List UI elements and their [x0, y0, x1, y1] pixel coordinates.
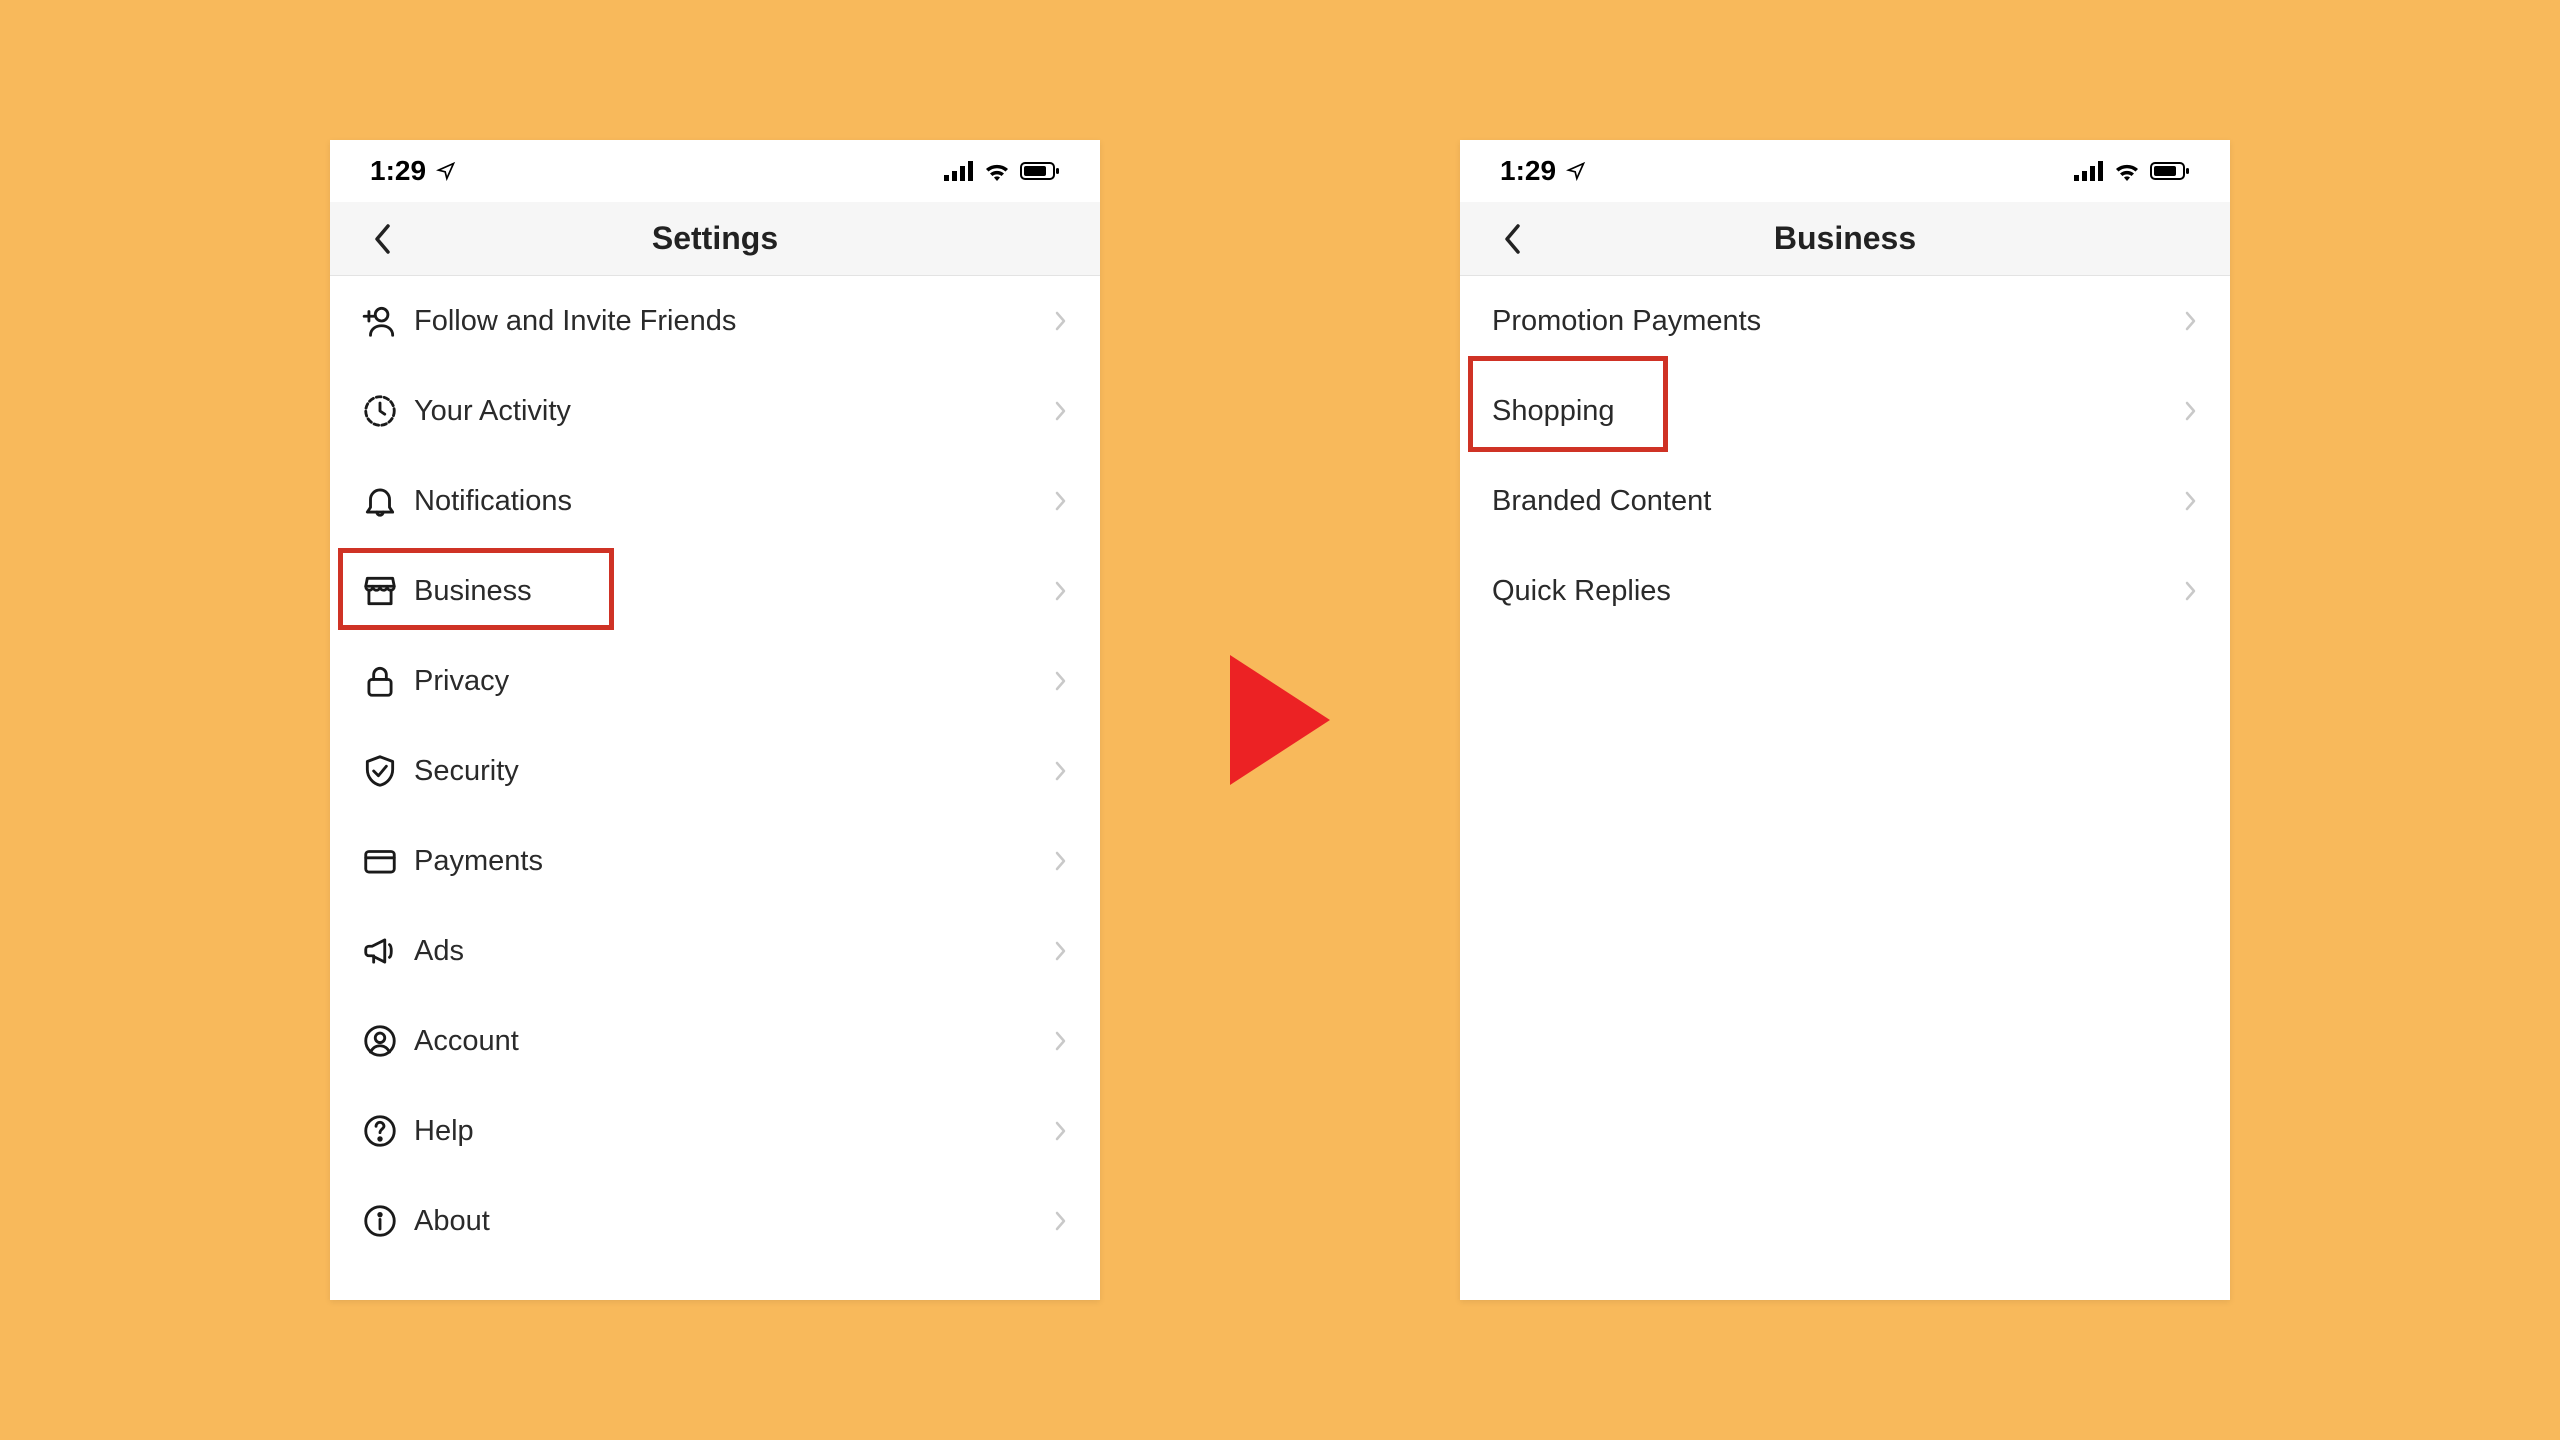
chevron-right-icon: [1053, 580, 1067, 602]
user-circle-icon: [361, 1022, 399, 1060]
chevron-right-icon: [2183, 310, 2197, 332]
chevron-right-icon: [1053, 1120, 1067, 1142]
lock-icon: [361, 662, 399, 700]
chevron-right-icon: [1053, 1210, 1067, 1232]
settings-item-label: Account: [408, 1025, 1046, 1058]
location-arrow-icon: [436, 161, 456, 181]
settings-item-payments[interactable]: Payments: [330, 816, 1100, 906]
cellular-signal-icon: [944, 161, 974, 181]
settings-item-activity[interactable]: Your Activity: [330, 366, 1100, 456]
settings-list: Follow and Invite Friends Your Activity …: [330, 276, 1100, 1300]
storefront-icon: [361, 572, 399, 610]
business-item-shopping[interactable]: Shopping: [1460, 366, 2230, 456]
settings-item-privacy[interactable]: Privacy: [330, 636, 1100, 726]
megaphone-icon: [361, 932, 399, 970]
location-arrow-icon: [1566, 161, 1586, 181]
settings-item-label: Your Activity: [408, 395, 1046, 428]
settings-item-label: About: [408, 1205, 1046, 1238]
chevron-right-icon: [1053, 760, 1067, 782]
business-item-label: Quick Replies: [1482, 575, 2176, 608]
chevron-right-icon: [2183, 580, 2197, 602]
wifi-icon: [2114, 161, 2140, 181]
settings-item-label: Security: [408, 755, 1046, 788]
info-circle-icon: [361, 1202, 399, 1240]
page-title: Settings: [330, 220, 1100, 257]
nav-header: Business: [1460, 202, 2230, 276]
tutorial-canvas: 1:29 Settings Follow and Invite Friends: [0, 0, 2560, 1440]
chevron-right-icon: [2183, 490, 2197, 512]
status-bar: 1:29: [330, 140, 1100, 202]
settings-item-label: Help: [408, 1115, 1046, 1148]
chevron-right-icon: [1053, 940, 1067, 962]
settings-item-ads[interactable]: Ads: [330, 906, 1100, 996]
back-button[interactable]: [360, 217, 404, 261]
play-arrow-icon: [1220, 645, 1340, 795]
phone-business-screen: 1:29 Business Promotion Payments Shoppin…: [1460, 140, 2230, 1300]
settings-item-label: Follow and Invite Friends: [408, 305, 1046, 338]
business-item-label: Branded Content: [1482, 485, 2176, 518]
business-item-label: Shopping: [1482, 395, 2176, 428]
business-item-branded-content[interactable]: Branded Content: [1460, 456, 2230, 546]
battery-icon: [2150, 161, 2190, 181]
business-item-label: Promotion Payments: [1482, 305, 2176, 338]
settings-item-account[interactable]: Account: [330, 996, 1100, 1086]
status-bar: 1:29: [1460, 140, 2230, 202]
settings-item-follow-invite[interactable]: Follow and Invite Friends: [330, 276, 1100, 366]
chevron-right-icon: [1053, 670, 1067, 692]
settings-item-label: Business: [408, 575, 1046, 608]
chevron-right-icon: [1053, 1030, 1067, 1052]
chevron-right-icon: [1053, 490, 1067, 512]
status-time: 1:29: [370, 155, 426, 187]
settings-item-label: Notifications: [408, 485, 1046, 518]
business-item-quick-replies[interactable]: Quick Replies: [1460, 546, 2230, 636]
nav-header: Settings: [330, 202, 1100, 276]
chevron-right-icon: [2183, 400, 2197, 422]
status-time: 1:29: [1500, 155, 1556, 187]
chevron-left-icon: [1501, 222, 1523, 256]
settings-item-business[interactable]: Business: [330, 546, 1100, 636]
chevron-left-icon: [371, 222, 393, 256]
settings-item-help[interactable]: Help: [330, 1086, 1100, 1176]
chevron-right-icon: [1053, 310, 1067, 332]
wifi-icon: [984, 161, 1010, 181]
add-user-icon: [361, 302, 399, 340]
battery-icon: [1020, 161, 1060, 181]
chevron-right-icon: [1053, 850, 1067, 872]
settings-item-security[interactable]: Security: [330, 726, 1100, 816]
phone-settings-screen: 1:29 Settings Follow and Invite Friends: [330, 140, 1100, 1300]
shield-check-icon: [361, 752, 399, 790]
transition-arrow: [1210, 645, 1350, 795]
business-item-promotion-payments[interactable]: Promotion Payments: [1460, 276, 2230, 366]
settings-item-label: Ads: [408, 935, 1046, 968]
settings-item-label: Privacy: [408, 665, 1046, 698]
activity-clock-icon: [361, 392, 399, 430]
page-title: Business: [1460, 220, 2230, 257]
back-button[interactable]: [1490, 217, 1534, 261]
credit-card-icon: [361, 842, 399, 880]
help-circle-icon: [361, 1112, 399, 1150]
chevron-right-icon: [1053, 400, 1067, 422]
settings-item-label: Payments: [408, 845, 1046, 878]
business-list: Promotion Payments Shopping Branded Cont…: [1460, 276, 2230, 1300]
bell-icon: [361, 482, 399, 520]
settings-item-about[interactable]: About: [330, 1176, 1100, 1266]
settings-item-notifications[interactable]: Notifications: [330, 456, 1100, 546]
cellular-signal-icon: [2074, 161, 2104, 181]
